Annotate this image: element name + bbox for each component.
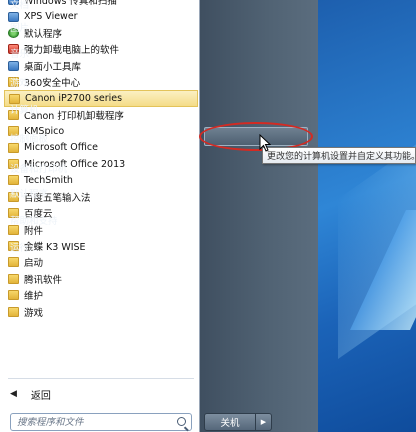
search-input[interactable] bbox=[11, 415, 171, 429]
folder-icon bbox=[8, 290, 19, 301]
start-menu-right-panel bbox=[200, 0, 318, 432]
nav-music[interactable]: 音乐 bbox=[10, 46, 29, 60]
program-label: TechSmith bbox=[24, 174, 73, 186]
program-label: 启动 bbox=[24, 258, 44, 270]
program-label: 桌面小工具库 bbox=[24, 61, 82, 73]
divider bbox=[8, 378, 194, 379]
nav-pictures[interactable]: 图片 bbox=[10, 20, 29, 34]
nav-devices-printers[interactable]: 设备和打印机 bbox=[10, 161, 67, 175]
program-item[interactable]: XPS Viewer bbox=[4, 8, 198, 24]
program-label: 游戏 bbox=[24, 307, 44, 319]
back-arrow-icon: ◀ bbox=[10, 389, 17, 399]
nav-documents[interactable]: 文档 bbox=[10, 0, 29, 11]
shutdown-group: 关机 ▶ bbox=[204, 413, 272, 431]
nav-games[interactable]: 游戏 bbox=[10, 75, 29, 89]
program-list: Windows 传真和扫描 XPS Viewer 默认程序 强力卸载电脑上的软件 桌面小… bbox=[4, 0, 198, 320]
program-item[interactable]: 360安全中心 bbox=[4, 74, 198, 90]
program-label: Canon iP2700 series bbox=[25, 93, 123, 105]
program-label: XPS Viewer bbox=[24, 11, 78, 23]
control-panel-tooltip: 更改您的计算机设置并自定义其功能。 bbox=[262, 147, 416, 164]
shutdown-button[interactable]: 关机 bbox=[204, 413, 256, 431]
program-item[interactable]: 默认程序 bbox=[4, 25, 198, 41]
nav-default-programs[interactable]: 默认程序 bbox=[10, 186, 48, 200]
program-item[interactable]: 桌面小工具库 bbox=[4, 58, 198, 74]
app-icon bbox=[8, 60, 19, 71]
search-icon[interactable] bbox=[177, 417, 186, 426]
program-label: Windows 传真和扫描 bbox=[24, 0, 117, 8]
mouse-cursor-icon bbox=[259, 134, 271, 152]
folder-icon bbox=[8, 257, 19, 268]
nav-run[interactable]: 运行... bbox=[10, 240, 38, 254]
program-label: 强力卸载电脑上的软件 bbox=[24, 45, 120, 57]
nav-separator bbox=[8, 120, 108, 121]
back-button[interactable]: ◀ 返回 bbox=[10, 385, 51, 403]
nav-computer[interactable]: 计算机 bbox=[10, 102, 39, 116]
program-item[interactable]: 强力卸载电脑上的软件 bbox=[4, 41, 198, 57]
program-label: 维护 bbox=[24, 291, 44, 303]
search-box[interactable] bbox=[10, 413, 192, 431]
program-item[interactable]: 游戏 bbox=[4, 303, 198, 319]
program-item[interactable]: 腾讯软件 bbox=[4, 271, 198, 287]
folder-icon bbox=[8, 273, 19, 284]
program-label: 腾讯软件 bbox=[24, 274, 63, 286]
program-item[interactable]: 启动 bbox=[4, 254, 198, 270]
program-item[interactable]: 维护 bbox=[4, 287, 198, 303]
program-label: 默认程序 bbox=[24, 28, 63, 40]
shutdown-options-arrow-icon[interactable]: ▶ bbox=[256, 413, 272, 431]
nav-control-panel-label: 控制面板 bbox=[10, 134, 49, 145]
program-label: 360安全中心 bbox=[24, 78, 81, 90]
back-label: 返回 bbox=[30, 390, 51, 402]
desktop-wallpaper bbox=[318, 0, 416, 432]
nav-help-support[interactable]: 帮助和支持 bbox=[10, 213, 58, 227]
folder-icon bbox=[8, 306, 19, 317]
folder-icon bbox=[8, 175, 19, 186]
program-item[interactable]: Windows 传真和扫描 bbox=[4, 0, 198, 8]
